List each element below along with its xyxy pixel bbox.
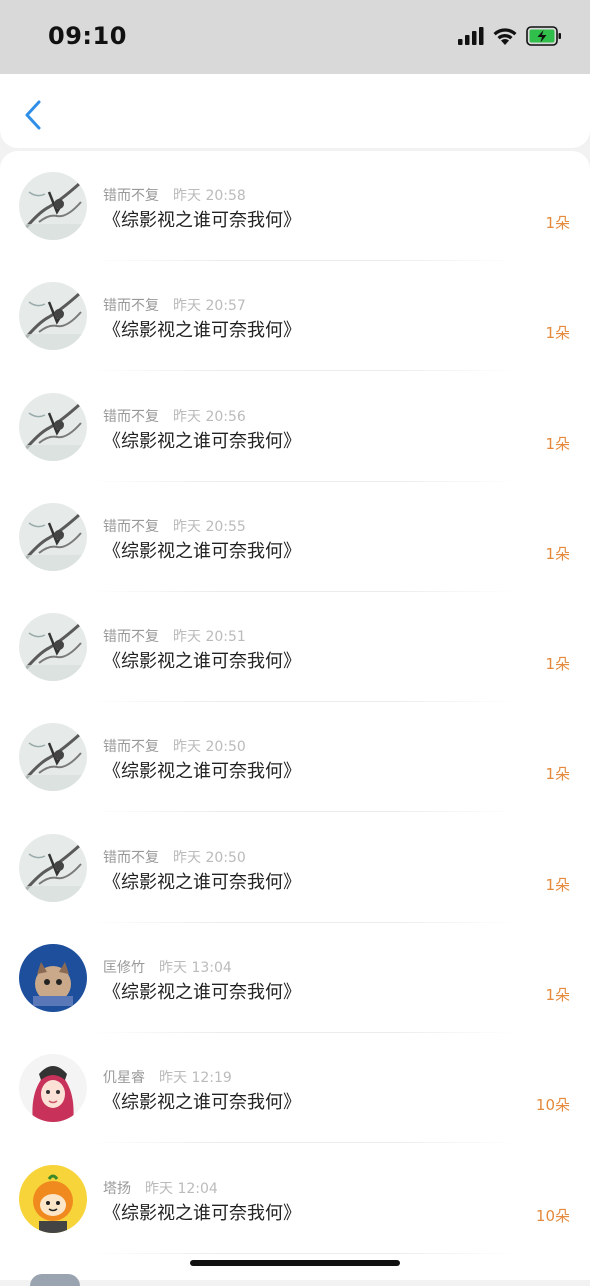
sender-name[interactable]: 错而不复 bbox=[103, 519, 159, 535]
gift-amount: 1朵 bbox=[545, 765, 570, 784]
record-time: 昨天 20:55 bbox=[173, 518, 246, 535]
record-time: 昨天 13:04 bbox=[159, 960, 232, 977]
gift-amount: 1朵 bbox=[545, 875, 570, 894]
record-meta: 错而不复 昨天 20:50 bbox=[103, 847, 246, 867]
sender-name[interactable]: 错而不复 bbox=[103, 409, 159, 425]
gift-record-row[interactable]: 错而不复 昨天 20:50 《综影视之谁可奈我何》 1朵 bbox=[0, 702, 590, 813]
row-divider bbox=[90, 1252, 520, 1254]
gift-amount: 1朵 bbox=[545, 434, 570, 453]
next-row-avatar-peek bbox=[30, 1274, 80, 1286]
home-indicator[interactable] bbox=[190, 1260, 400, 1266]
book-title: 《综影视之谁可奈我何》 bbox=[103, 651, 301, 673]
red-hair-girl-avatar[interactable] bbox=[19, 1054, 87, 1123]
record-meta: 匡修竹 昨天 13:04 bbox=[103, 957, 232, 977]
record-time: 昨天 20:56 bbox=[173, 408, 246, 425]
sender-name[interactable]: 仉星睿 bbox=[103, 1070, 145, 1086]
signal-icon bbox=[458, 27, 484, 49]
gift-amount: 1朵 bbox=[545, 214, 570, 232]
gift-record-row[interactable]: 错而不复 昨天 20:50 《综影视之谁可奈我何》 1朵 bbox=[0, 813, 590, 923]
gift-record-row[interactable]: 错而不复 昨天 20:51 《综影视之谁可奈我何》 1朵 bbox=[0, 592, 590, 703]
gift-record-row[interactable]: 匡修竹 昨天 13:04 《综影视之谁可奈我何》 1朵 bbox=[0, 923, 590, 1034]
book-title: 《综影视之谁可奈我何》 bbox=[103, 871, 301, 893]
record-time: 昨天 20:57 bbox=[173, 298, 246, 315]
record-meta: 错而不复 昨天 20:55 bbox=[103, 516, 246, 536]
book-title: 《综影视之谁可奈我何》 bbox=[103, 982, 301, 1004]
nav-bar bbox=[0, 74, 590, 148]
book-title: 《综影视之谁可奈我何》 bbox=[103, 761, 301, 783]
sender-name[interactable]: 错而不复 bbox=[103, 850, 159, 866]
book-title: 《综影视之谁可奈我何》 bbox=[103, 320, 301, 342]
gift-record-row[interactable]: 错而不复 昨天 20:58 《综影视之谁可奈我何》 1朵 bbox=[0, 151, 590, 261]
gift-record-row[interactable]: 错而不复 昨天 20:57 《综影视之谁可奈我何》 1朵 bbox=[0, 261, 590, 372]
orange-cartoon-avatar[interactable] bbox=[19, 1164, 87, 1233]
gift-amount: 1朵 bbox=[545, 544, 570, 563]
ink-painting-avatar[interactable] bbox=[19, 282, 87, 351]
gift-amount: 1朵 bbox=[545, 655, 570, 674]
record-time: 昨天 20:50 bbox=[173, 739, 246, 756]
ink-painting-avatar[interactable] bbox=[19, 833, 87, 902]
record-meta: 错而不复 昨天 20:58 bbox=[103, 185, 246, 205]
book-title: 《综影视之谁可奈我何》 bbox=[103, 1092, 301, 1114]
status-bar: 09:10 bbox=[0, 0, 590, 74]
record-meta: 塔扬 昨天 12:04 bbox=[103, 1178, 218, 1198]
record-time: 昨天 20:50 bbox=[173, 849, 246, 866]
gift-amount: 10朵 bbox=[535, 1096, 570, 1115]
blue-cat-avatar[interactable] bbox=[19, 944, 87, 1013]
record-meta: 错而不复 昨天 20:51 bbox=[103, 626, 246, 646]
sender-name[interactable]: 塔扬 bbox=[103, 1181, 131, 1197]
record-time: 昨天 20:58 bbox=[173, 188, 246, 204]
book-title: 《综影视之谁可奈我何》 bbox=[103, 430, 301, 452]
record-time: 昨天 12:19 bbox=[159, 1070, 232, 1087]
ink-painting-avatar[interactable] bbox=[19, 723, 87, 792]
book-title: 《综影视之谁可奈我何》 bbox=[103, 540, 301, 562]
ink-painting-avatar[interactable] bbox=[19, 172, 87, 240]
record-meta: 错而不复 昨天 20:50 bbox=[103, 736, 246, 756]
record-meta: 仉星睿 昨天 12:19 bbox=[103, 1067, 232, 1087]
chevron-left-icon bbox=[24, 100, 42, 134]
sender-name[interactable]: 错而不复 bbox=[103, 739, 159, 755]
status-time: 09:10 bbox=[48, 22, 127, 50]
gift-amount: 1朵 bbox=[545, 324, 570, 343]
gift-amount: 1朵 bbox=[545, 986, 570, 1005]
gift-record-row[interactable]: 错而不复 昨天 20:55 《综影视之谁可奈我何》 1朵 bbox=[0, 482, 590, 592]
book-title: 《综影视之谁可奈我何》 bbox=[103, 210, 301, 231]
gift-record-row[interactable]: 塔扬 昨天 12:04 《综影视之谁可奈我何》 10朵 bbox=[0, 1144, 590, 1254]
ink-painting-avatar[interactable] bbox=[19, 392, 87, 461]
sender-name[interactable]: 错而不复 bbox=[103, 298, 159, 314]
back-button[interactable] bbox=[18, 100, 48, 134]
gift-amount: 10朵 bbox=[535, 1206, 570, 1225]
record-time: 昨天 20:51 bbox=[173, 629, 246, 646]
record-meta: 错而不复 昨天 20:56 bbox=[103, 406, 246, 426]
gift-record-row[interactable]: 错而不复 昨天 20:56 《综影视之谁可奈我何》 1朵 bbox=[0, 372, 590, 482]
record-meta: 错而不复 昨天 20:57 bbox=[103, 295, 246, 315]
gift-record-row[interactable]: 仉星睿 昨天 12:19 《综影视之谁可奈我何》 10朵 bbox=[0, 1033, 590, 1144]
ink-painting-avatar[interactable] bbox=[19, 613, 87, 682]
sender-name[interactable]: 匡修竹 bbox=[103, 960, 145, 976]
status-icons bbox=[458, 26, 562, 50]
ink-painting-avatar[interactable] bbox=[19, 502, 87, 571]
record-time: 昨天 12:04 bbox=[145, 1180, 218, 1197]
battery-charging-icon bbox=[526, 26, 562, 50]
gift-record-list: 错而不复 昨天 20:58 《综影视之谁可奈我何》 1朵 错而不复 昨天 20:57 《综影… bbox=[0, 151, 590, 1280]
sender-name[interactable]: 错而不复 bbox=[103, 188, 159, 204]
book-title: 《综影视之谁可奈我何》 bbox=[103, 1202, 301, 1224]
sender-name[interactable]: 错而不复 bbox=[103, 629, 159, 645]
wifi-icon bbox=[492, 27, 518, 50]
